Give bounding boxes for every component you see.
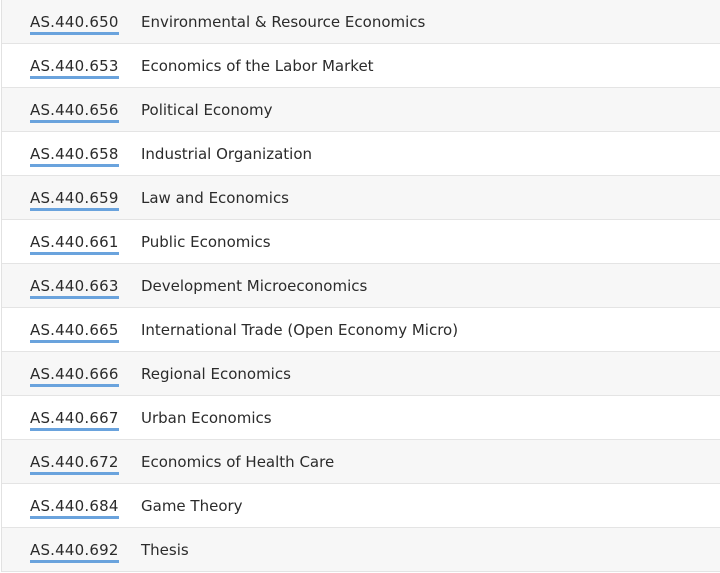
course-title: Regional Economics [141, 364, 291, 383]
course-row: AS.440.653 Economics of the Labor Market [2, 44, 720, 88]
course-code-cell: AS.440.667 [2, 405, 141, 431]
course-row: AS.440.663 Development Microeconomics [2, 264, 720, 308]
course-code-link[interactable]: AS.440.672 [30, 453, 119, 475]
course-code-cell: AS.440.656 [2, 97, 141, 123]
course-row: AS.440.666 Regional Economics [2, 352, 720, 396]
course-code-link[interactable]: AS.440.656 [30, 101, 119, 123]
course-code-cell: AS.440.665 [2, 317, 141, 343]
course-code-link[interactable]: AS.440.666 [30, 365, 119, 387]
course-title: Industrial Organization [141, 144, 313, 163]
course-title: Law and Economics [141, 188, 290, 207]
course-code-link[interactable]: AS.440.653 [30, 57, 119, 79]
course-code-link[interactable]: AS.440.663 [30, 277, 119, 299]
course-code-cell: AS.440.692 [2, 537, 141, 563]
course-code-link[interactable]: AS.440.650 [30, 13, 119, 35]
course-code-cell: AS.440.653 [2, 53, 141, 79]
course-code-link[interactable]: AS.440.661 [30, 233, 119, 255]
course-title: Game Theory [141, 496, 243, 515]
course-code-cell: AS.440.672 [2, 449, 141, 475]
course-row: AS.440.665 International Trade (Open Eco… [2, 308, 720, 352]
course-code-link[interactable]: AS.440.659 [30, 189, 119, 211]
course-code-cell: AS.440.650 [2, 9, 141, 35]
course-code-link[interactable]: AS.440.692 [30, 541, 119, 563]
course-row: AS.440.684 Game Theory [2, 484, 720, 528]
course-row: AS.440.659 Law and Economics [2, 176, 720, 220]
course-code-cell: AS.440.666 [2, 361, 141, 387]
course-row: AS.440.667 Urban Economics [2, 396, 720, 440]
course-code-cell: AS.440.663 [2, 273, 141, 299]
course-code-cell: AS.440.659 [2, 185, 141, 211]
course-row: AS.440.656 Political Economy [2, 88, 720, 132]
course-code-link[interactable]: AS.440.658 [30, 145, 119, 167]
course-row: AS.440.661 Public Economics [2, 220, 720, 264]
course-list-table: AS.440.650 Environmental & Resource Econ… [1, 0, 720, 572]
course-title: Public Economics [141, 232, 271, 251]
course-title: Economics of the Labor Market [141, 56, 374, 75]
course-code-link[interactable]: AS.440.665 [30, 321, 119, 343]
course-title: Economics of Health Care [141, 452, 335, 471]
course-title: Thesis [141, 540, 189, 559]
course-title: Political Economy [141, 100, 273, 119]
course-title: Environmental & Resource Economics [141, 12, 426, 31]
course-code-link[interactable]: AS.440.667 [30, 409, 119, 431]
course-row: AS.440.672 Economics of Health Care [2, 440, 720, 484]
course-title: Development Microeconomics [141, 276, 368, 295]
course-row: AS.440.692 Thesis [2, 528, 720, 572]
course-code-cell: AS.440.661 [2, 229, 141, 255]
course-row: AS.440.658 Industrial Organization [2, 132, 720, 176]
course-code-cell: AS.440.658 [2, 141, 141, 167]
course-title: International Trade (Open Economy Micro) [141, 320, 459, 339]
course-code-link[interactable]: AS.440.684 [30, 497, 119, 519]
course-code-cell: AS.440.684 [2, 493, 141, 519]
course-row: AS.440.650 Environmental & Resource Econ… [2, 0, 720, 44]
course-title: Urban Economics [141, 408, 272, 427]
